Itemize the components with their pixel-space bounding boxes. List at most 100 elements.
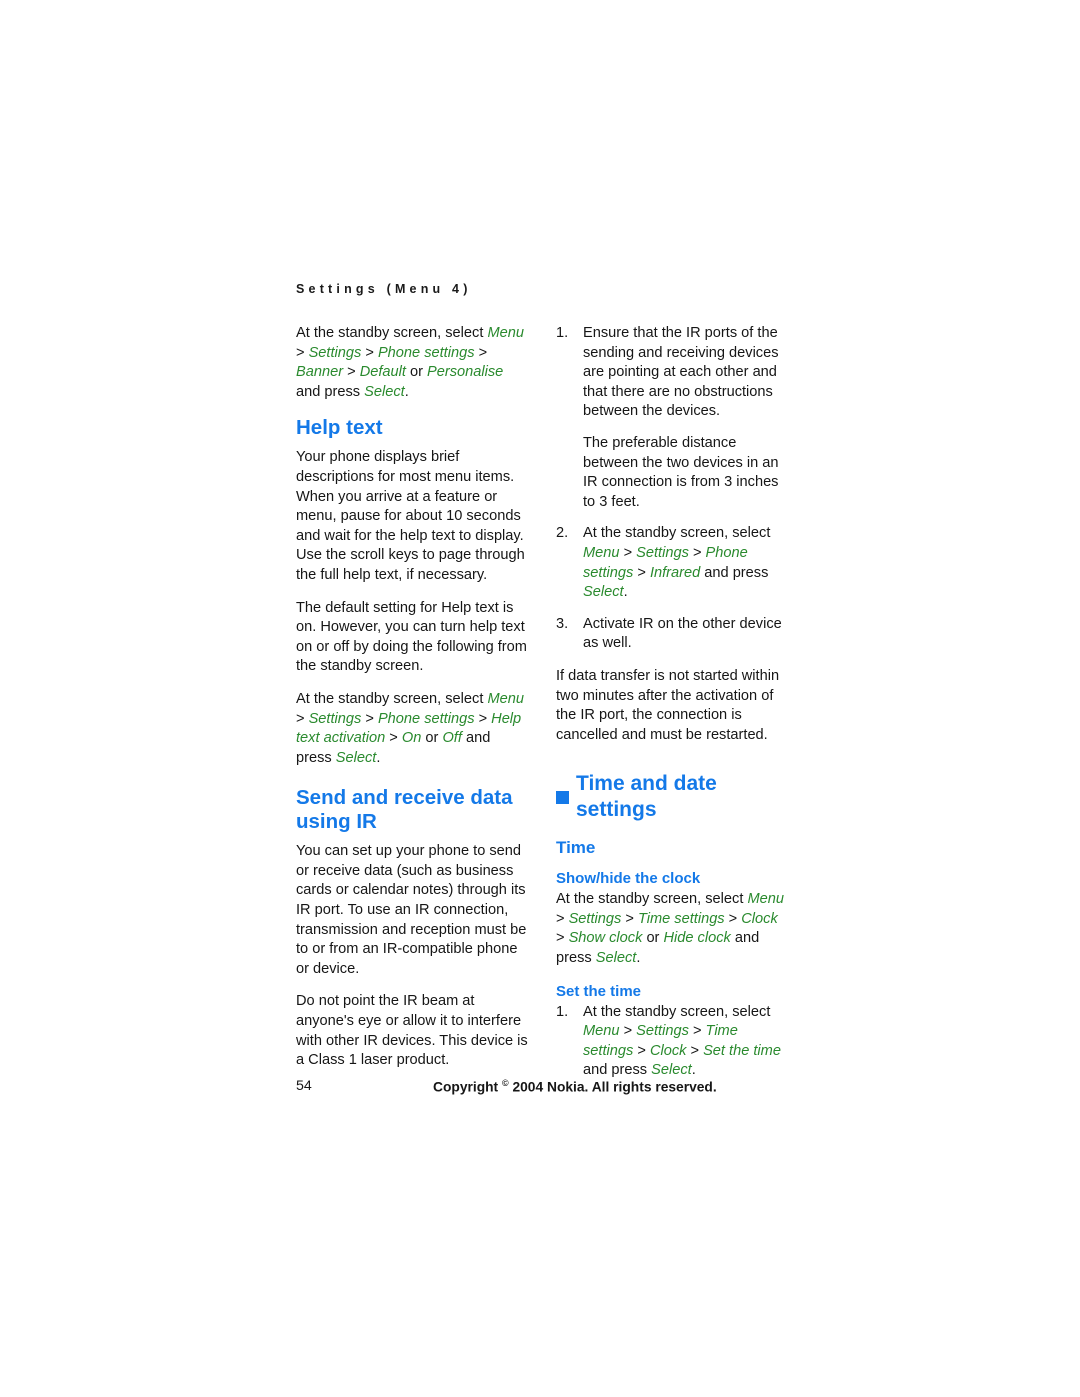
menu-path-item: Set the time: [703, 1042, 781, 1059]
path-connector: >: [474, 344, 488, 361]
help-text-menu-path-paragraph: At the standby screen, select Menu > Set…: [296, 690, 528, 768]
heading-time-and-date-settings: Time and date settings: [556, 771, 788, 823]
heading-send-receive-data-ir: Send and receive data using IR: [296, 786, 513, 834]
menu-path-item: Menu: [583, 1023, 620, 1040]
copyright-symbol: ©: [501, 1078, 509, 1088]
path-lead-text: At the standby screen, select: [583, 525, 771, 542]
show-hide-clock-menu-path: At the standby screen, select Menu > Set…: [556, 890, 788, 968]
heading-time-and-date-settings-label: Time and date settings: [576, 772, 717, 822]
menu-path-item: Phone settings: [377, 344, 475, 361]
path-connector: >: [688, 1023, 706, 1040]
path-connector: >: [619, 544, 637, 561]
path-connector: >: [385, 730, 402, 747]
menu-path-item: Settings: [636, 544, 689, 561]
path-connector: .: [636, 950, 641, 967]
path-connector: >: [361, 344, 378, 361]
ir-paragraph-1: You can set up your phone to send or rec…: [296, 843, 527, 977]
menu-path-item: Hide clock: [663, 930, 731, 947]
ir-steps-list: 1. Ensure that the IR ports of the sendi…: [556, 324, 788, 654]
set-time-steps-list: 1. At the standby screen, select Menu > …: [556, 1003, 788, 1081]
banner-menu-path-paragraph: At the standby screen, select Menu > Set…: [296, 324, 528, 402]
copyright-suffix: 2004 Nokia. All rights reserved.: [508, 1079, 717, 1095]
menu-path-item: Menu: [583, 544, 620, 561]
path-connector: or: [642, 930, 664, 947]
menu-path-item: Off: [442, 730, 462, 747]
path-connector: >: [343, 364, 360, 381]
path-connector: >: [474, 710, 492, 727]
path-connector: >: [361, 710, 378, 727]
list-marker: 3.: [556, 615, 569, 632]
path-connector: >: [633, 564, 650, 581]
menu-path-item: Settings: [568, 910, 622, 927]
path-connector: .: [623, 584, 628, 601]
two-column-layout: At the standby screen, select Menu > Set…: [296, 324, 788, 1094]
path-connector: >: [556, 930, 569, 947]
menu-path-item: Clock: [741, 910, 778, 927]
menu-path-item: Personalise: [427, 364, 504, 381]
menu-path-item: Settings: [308, 710, 362, 727]
menu-path-item: Menu: [487, 325, 524, 341]
menu-path-item: Select: [583, 584, 624, 601]
path-connector: >: [686, 1042, 704, 1059]
menu-path-item: Select: [335, 749, 377, 766]
path-connector: .: [404, 383, 409, 400]
menu-path-item: Settings: [636, 1023, 689, 1040]
path-connector: >: [619, 1023, 637, 1040]
menu-path-item: On: [401, 730, 422, 747]
heading-help-text: Help text: [296, 416, 383, 440]
menu-path-item: Settings: [308, 344, 362, 361]
copyright-notice: Copyright © 2004 Nokia. All rights reser…: [433, 1078, 717, 1095]
path-connector: and press: [296, 383, 365, 400]
path-connector: >: [724, 910, 742, 927]
menu-path-item: Select: [651, 1062, 692, 1079]
document-page: Settings (Menu 4) At the standby screen,…: [0, 0, 1080, 1397]
list-marker: 2.: [556, 525, 569, 542]
copyright-prefix: Copyright: [433, 1079, 502, 1095]
path-connector: >: [556, 910, 569, 927]
menu-path-item: Phone settings: [377, 710, 475, 727]
step-text: At the standby screen, select Menu > Set…: [583, 1004, 781, 1079]
path-connector: or: [405, 364, 428, 381]
right-column: 1. Ensure that the IR ports of the sendi…: [556, 324, 788, 1094]
help-text-paragraph-2: The default setting for Help text is on.…: [296, 599, 527, 675]
step-sub-paragraph: The preferable distance between the two …: [583, 434, 779, 510]
ir-timeout-note: If data transfer is not started within t…: [556, 667, 780, 743]
menu-path-item: Time settings: [637, 910, 725, 927]
step-text: Ensure that the IR ports of the sending …: [583, 325, 779, 420]
list-item: 1. At the standby screen, select Menu > …: [556, 1003, 788, 1081]
menu-path-item: Select: [595, 950, 637, 967]
step-text: At the standby screen, select Menu > Set…: [583, 525, 770, 600]
left-column: At the standby screen, select Menu > Set…: [296, 324, 528, 1071]
menu-path-item: Show clock: [568, 930, 643, 947]
menu-path-item: Menu: [487, 690, 524, 707]
path-connector: >: [296, 344, 309, 361]
path-connector: .: [376, 749, 381, 766]
page-content: Settings (Menu 4) At the standby screen,…: [296, 282, 788, 1094]
list-item: 3. Activate IR on the other device as we…: [556, 615, 788, 654]
page-number: 54: [296, 1078, 312, 1094]
menu-path-item: Menu: [747, 891, 784, 908]
menu-path-item: Infrared: [649, 564, 701, 581]
menu-path-item: Banner: [296, 364, 344, 381]
running-head: Settings (Menu 4): [296, 282, 472, 296]
menu-path-item: Default: [359, 364, 406, 381]
path-connector: and press: [583, 1062, 652, 1079]
ir-paragraph-2: Do not point the IR beam at anyone's eye…: [296, 993, 528, 1069]
menu-path-item: Clock: [649, 1042, 687, 1059]
path-connector: >: [688, 544, 706, 561]
list-item: 2. At the standby screen, select Menu > …: [556, 524, 788, 602]
path-lead-text: At the standby screen, select: [296, 690, 488, 707]
list-marker: 1.: [556, 1003, 569, 1020]
heading-time: Time: [556, 838, 596, 858]
list-marker: 1.: [556, 325, 569, 341]
heading-set-the-time: Set the time: [556, 982, 642, 1000]
path-connector: and press: [700, 564, 769, 581]
square-bullet-icon: [556, 790, 569, 804]
path-connector: .: [691, 1062, 696, 1079]
menu-path-item: Select: [364, 383, 405, 400]
path-lead-text: At the standby screen, select: [556, 891, 748, 908]
path-lead-text: At the standby screen, select: [296, 325, 488, 341]
path-connector: >: [296, 710, 309, 727]
path-connector: >: [633, 1042, 650, 1059]
heading-show-hide-clock: Show/hide the clock: [556, 870, 701, 888]
